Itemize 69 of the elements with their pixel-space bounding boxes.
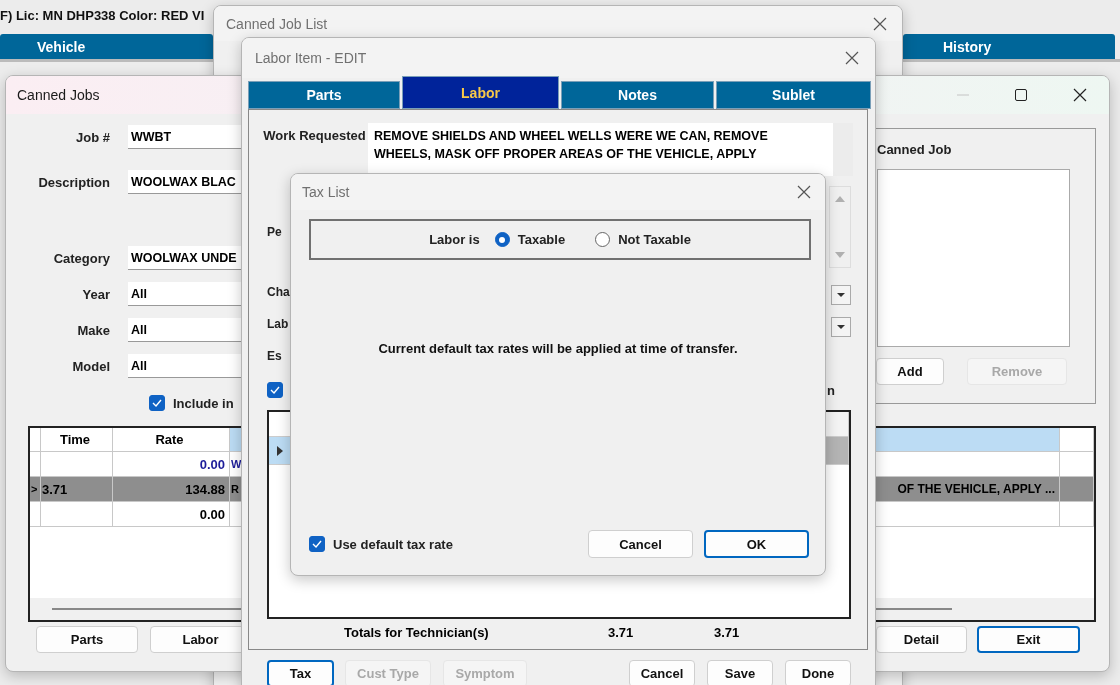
button[interactable]: Exit <box>977 626 1080 653</box>
vertical-scrollbar[interactable] <box>829 186 851 268</box>
checkmark-icon <box>312 540 322 548</box>
field-label: Job # <box>75 129 110 145</box>
button[interactable]: Save <box>707 660 773 685</box>
row-header <box>30 502 41 527</box>
window-title: Labor Item - EDIT <box>255 50 367 66</box>
field-label: Es <box>267 349 283 365</box>
work-requested-field[interactable]: REMOVE SHIELDS AND WHEEL WELLS WERE WE CAN, REMOVE WHEELS, MASK OFF PROPER AREAS OF THE VEHICLE, APPLY <box>368 123 853 176</box>
checkbox[interactable] <box>309 536 325 552</box>
field-label: Pe <box>267 225 283 241</box>
field-label: Description <box>37 174 110 190</box>
button[interactable]: Cancel <box>629 660 695 685</box>
input-field[interactable]: WOOLWAX UNDE <box>128 246 242 270</box>
totals-label: Totals for Technician(s) <box>344 624 490 640</box>
radio-button[interactable] <box>494 232 510 247</box>
button[interactable]: Add <box>876 358 944 385</box>
table-cell <box>41 502 113 527</box>
checkbox-label: Use default tax rate <box>333 536 453 552</box>
radio-label: Taxable <box>517 232 566 247</box>
field-label: Cha <box>267 285 290 301</box>
input-field[interactable]: WOOLWAX BLAC <box>128 170 242 194</box>
checkbox[interactable] <box>267 382 283 398</box>
tab[interactable]: Vehicle <box>0 34 213 59</box>
checkmark-icon <box>270 386 280 394</box>
field-label: Work Requested <box>262 127 367 145</box>
button[interactable]: OK <box>704 530 809 558</box>
checkbox-label: Include in <box>173 395 234 411</box>
maximize-icon[interactable] <box>1015 89 1027 101</box>
field-label: Lab <box>267 317 290 333</box>
checkmark-icon <box>152 399 162 407</box>
group-label: Labor is <box>429 232 480 247</box>
tab[interactable]: Parts <box>248 81 400 109</box>
close-icon[interactable] <box>845 51 859 65</box>
window-title: Canned Job List <box>226 15 328 32</box>
checkbox-label: n <box>827 382 835 398</box>
field-label: Make <box>76 322 110 338</box>
radio-button[interactable] <box>595 232 611 247</box>
window-title: Tax List <box>302 184 350 200</box>
vehicle-info: F) Lic: MN DHP338 Color: RED VI <box>0 6 205 25</box>
button[interactable]: Detail <box>876 626 967 653</box>
checkbox[interactable] <box>149 395 165 411</box>
input-field[interactable]: WWBT <box>128 125 242 149</box>
table-cell <box>1060 502 1094 527</box>
field-label: Category <box>52 250 110 266</box>
close-icon[interactable] <box>797 185 811 199</box>
input-field[interactable]: All <box>128 354 242 378</box>
input-field[interactable]: All <box>128 282 242 306</box>
tab[interactable]: History <box>903 34 1115 59</box>
window-title: Canned Jobs <box>17 87 100 103</box>
button[interactable]: Tax <box>267 660 334 685</box>
button[interactable]: Done <box>785 660 851 685</box>
button[interactable]: Parts <box>36 626 138 653</box>
input-field[interactable]: All <box>128 318 242 342</box>
close-icon[interactable] <box>873 16 887 31</box>
info-message: Current default tax rates will be applied at time of transfer. <box>377 341 739 356</box>
total-value: 3.71 <box>714 624 741 640</box>
field-label: Model <box>71 358 110 374</box>
button[interactable]: Cancel <box>588 530 693 558</box>
tab[interactable]: Notes <box>561 81 714 109</box>
close-icon[interactable] <box>1073 88 1087 102</box>
tab[interactable]: Labor <box>402 76 559 109</box>
row-pointer-icon <box>276 445 284 456</box>
table-cell: 0.00 <box>113 502 230 527</box>
field-label: Year <box>81 286 110 302</box>
tab[interactable]: Sublet <box>716 81 871 109</box>
group-label: Canned Job <box>877 142 953 157</box>
radio-label: Not Taxable <box>618 232 691 247</box>
total-value: 3.71 <box>608 624 635 640</box>
